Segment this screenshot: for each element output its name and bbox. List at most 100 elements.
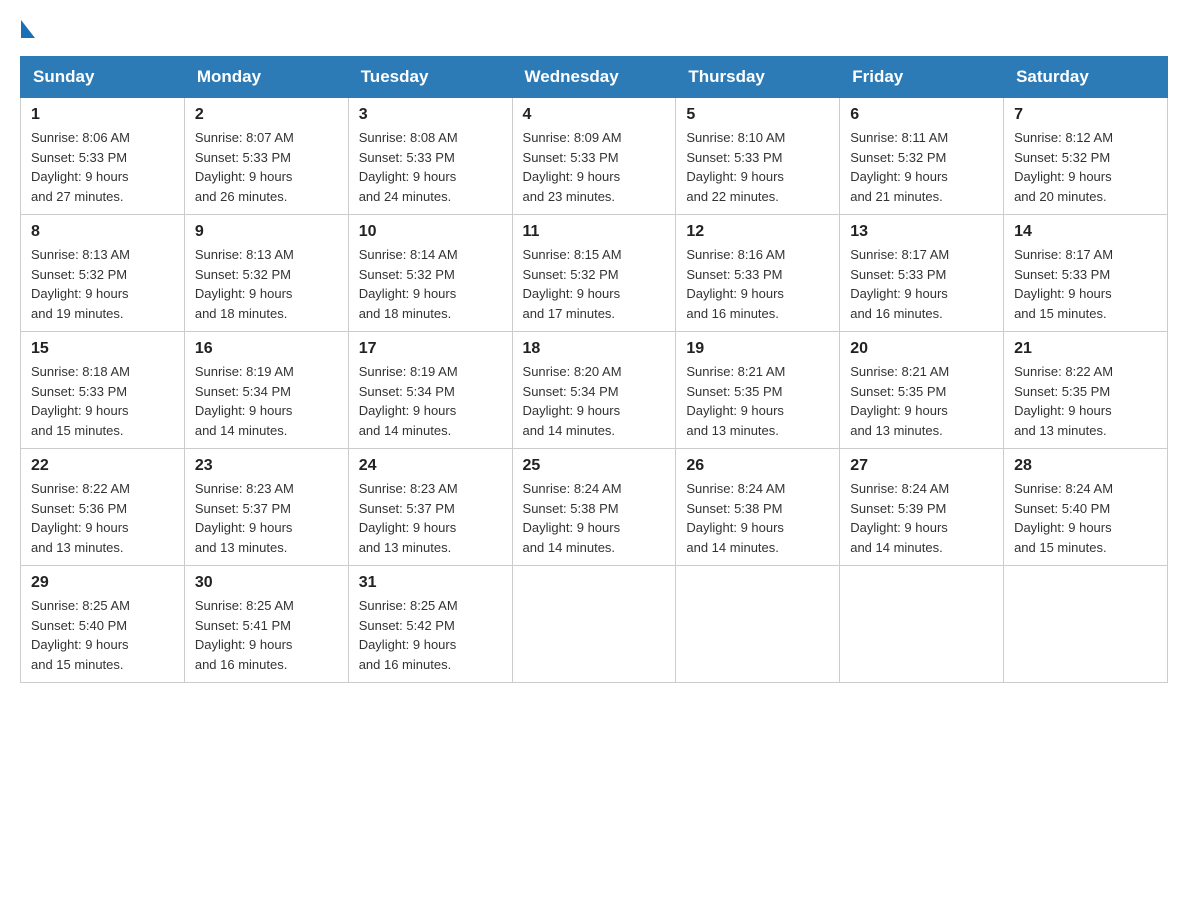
calendar-cell: 18 Sunrise: 8:20 AM Sunset: 5:34 PM Dayl… bbox=[512, 332, 676, 449]
calendar-cell bbox=[1004, 566, 1168, 683]
day-number: 30 bbox=[195, 574, 338, 592]
calendar-cell: 31 Sunrise: 8:25 AM Sunset: 5:42 PM Dayl… bbox=[348, 566, 512, 683]
col-header-sunday: Sunday bbox=[21, 57, 185, 98]
day-info: Sunrise: 8:06 AM Sunset: 5:33 PM Dayligh… bbox=[31, 128, 174, 206]
calendar-cell: 13 Sunrise: 8:17 AM Sunset: 5:33 PM Dayl… bbox=[840, 215, 1004, 332]
day-number: 23 bbox=[195, 457, 338, 475]
calendar-cell: 19 Sunrise: 8:21 AM Sunset: 5:35 PM Dayl… bbox=[676, 332, 840, 449]
calendar-cell: 5 Sunrise: 8:10 AM Sunset: 5:33 PM Dayli… bbox=[676, 98, 840, 215]
calendar-week-4: 22 Sunrise: 8:22 AM Sunset: 5:36 PM Dayl… bbox=[21, 449, 1168, 566]
day-number: 24 bbox=[359, 457, 502, 475]
day-number: 3 bbox=[359, 106, 502, 124]
day-info: Sunrise: 8:13 AM Sunset: 5:32 PM Dayligh… bbox=[195, 245, 338, 323]
day-info: Sunrise: 8:15 AM Sunset: 5:32 PM Dayligh… bbox=[523, 245, 666, 323]
day-number: 22 bbox=[31, 457, 174, 475]
day-info: Sunrise: 8:25 AM Sunset: 5:40 PM Dayligh… bbox=[31, 596, 174, 674]
day-info: Sunrise: 8:21 AM Sunset: 5:35 PM Dayligh… bbox=[850, 362, 993, 440]
day-number: 10 bbox=[359, 223, 502, 241]
day-number: 5 bbox=[686, 106, 829, 124]
day-number: 1 bbox=[31, 106, 174, 124]
calendar-cell: 24 Sunrise: 8:23 AM Sunset: 5:37 PM Dayl… bbox=[348, 449, 512, 566]
calendar-cell: 2 Sunrise: 8:07 AM Sunset: 5:33 PM Dayli… bbox=[184, 98, 348, 215]
day-number: 8 bbox=[31, 223, 174, 241]
calendar-cell: 10 Sunrise: 8:14 AM Sunset: 5:32 PM Dayl… bbox=[348, 215, 512, 332]
day-info: Sunrise: 8:21 AM Sunset: 5:35 PM Dayligh… bbox=[686, 362, 829, 440]
calendar-cell: 22 Sunrise: 8:22 AM Sunset: 5:36 PM Dayl… bbox=[21, 449, 185, 566]
logo-arrow-icon bbox=[21, 20, 35, 38]
calendar-week-1: 1 Sunrise: 8:06 AM Sunset: 5:33 PM Dayli… bbox=[21, 98, 1168, 215]
day-info: Sunrise: 8:23 AM Sunset: 5:37 PM Dayligh… bbox=[359, 479, 502, 557]
col-header-saturday: Saturday bbox=[1004, 57, 1168, 98]
calendar-cell: 1 Sunrise: 8:06 AM Sunset: 5:33 PM Dayli… bbox=[21, 98, 185, 215]
day-number: 26 bbox=[686, 457, 829, 475]
day-info: Sunrise: 8:07 AM Sunset: 5:33 PM Dayligh… bbox=[195, 128, 338, 206]
calendar-header-row: SundayMondayTuesdayWednesdayThursdayFrid… bbox=[21, 57, 1168, 98]
day-number: 12 bbox=[686, 223, 829, 241]
day-number: 18 bbox=[523, 340, 666, 358]
day-info: Sunrise: 8:23 AM Sunset: 5:37 PM Dayligh… bbox=[195, 479, 338, 557]
day-number: 25 bbox=[523, 457, 666, 475]
calendar-cell: 26 Sunrise: 8:24 AM Sunset: 5:38 PM Dayl… bbox=[676, 449, 840, 566]
col-header-friday: Friday bbox=[840, 57, 1004, 98]
calendar-cell: 11 Sunrise: 8:15 AM Sunset: 5:32 PM Dayl… bbox=[512, 215, 676, 332]
day-info: Sunrise: 8:20 AM Sunset: 5:34 PM Dayligh… bbox=[523, 362, 666, 440]
calendar-cell: 3 Sunrise: 8:08 AM Sunset: 5:33 PM Dayli… bbox=[348, 98, 512, 215]
day-info: Sunrise: 8:11 AM Sunset: 5:32 PM Dayligh… bbox=[850, 128, 993, 206]
calendar-cell: 27 Sunrise: 8:24 AM Sunset: 5:39 PM Dayl… bbox=[840, 449, 1004, 566]
day-info: Sunrise: 8:25 AM Sunset: 5:42 PM Dayligh… bbox=[359, 596, 502, 674]
day-number: 2 bbox=[195, 106, 338, 124]
col-header-thursday: Thursday bbox=[676, 57, 840, 98]
calendar-cell bbox=[676, 566, 840, 683]
day-number: 16 bbox=[195, 340, 338, 358]
day-info: Sunrise: 8:24 AM Sunset: 5:39 PM Dayligh… bbox=[850, 479, 993, 557]
day-number: 15 bbox=[31, 340, 174, 358]
logo-row bbox=[20, 20, 35, 36]
day-info: Sunrise: 8:19 AM Sunset: 5:34 PM Dayligh… bbox=[359, 362, 502, 440]
calendar-cell: 25 Sunrise: 8:24 AM Sunset: 5:38 PM Dayl… bbox=[512, 449, 676, 566]
calendar-cell: 7 Sunrise: 8:12 AM Sunset: 5:32 PM Dayli… bbox=[1004, 98, 1168, 215]
calendar-week-2: 8 Sunrise: 8:13 AM Sunset: 5:32 PM Dayli… bbox=[21, 215, 1168, 332]
calendar-cell: 17 Sunrise: 8:19 AM Sunset: 5:34 PM Dayl… bbox=[348, 332, 512, 449]
col-header-wednesday: Wednesday bbox=[512, 57, 676, 98]
day-info: Sunrise: 8:10 AM Sunset: 5:33 PM Dayligh… bbox=[686, 128, 829, 206]
calendar-week-3: 15 Sunrise: 8:18 AM Sunset: 5:33 PM Dayl… bbox=[21, 332, 1168, 449]
day-number: 20 bbox=[850, 340, 993, 358]
calendar-cell: 21 Sunrise: 8:22 AM Sunset: 5:35 PM Dayl… bbox=[1004, 332, 1168, 449]
day-number: 17 bbox=[359, 340, 502, 358]
calendar-cell bbox=[840, 566, 1004, 683]
calendar-cell: 16 Sunrise: 8:19 AM Sunset: 5:34 PM Dayl… bbox=[184, 332, 348, 449]
day-info: Sunrise: 8:16 AM Sunset: 5:33 PM Dayligh… bbox=[686, 245, 829, 323]
calendar-cell: 9 Sunrise: 8:13 AM Sunset: 5:32 PM Dayli… bbox=[184, 215, 348, 332]
day-info: Sunrise: 8:19 AM Sunset: 5:34 PM Dayligh… bbox=[195, 362, 338, 440]
day-number: 29 bbox=[31, 574, 174, 592]
calendar-cell: 23 Sunrise: 8:23 AM Sunset: 5:37 PM Dayl… bbox=[184, 449, 348, 566]
day-number: 11 bbox=[523, 223, 666, 241]
logo bbox=[20, 20, 35, 36]
day-info: Sunrise: 8:09 AM Sunset: 5:33 PM Dayligh… bbox=[523, 128, 666, 206]
day-info: Sunrise: 8:18 AM Sunset: 5:33 PM Dayligh… bbox=[31, 362, 174, 440]
day-info: Sunrise: 8:17 AM Sunset: 5:33 PM Dayligh… bbox=[850, 245, 993, 323]
col-header-monday: Monday bbox=[184, 57, 348, 98]
day-number: 28 bbox=[1014, 457, 1157, 475]
day-info: Sunrise: 8:24 AM Sunset: 5:40 PM Dayligh… bbox=[1014, 479, 1157, 557]
day-number: 21 bbox=[1014, 340, 1157, 358]
page-header bbox=[20, 20, 1168, 36]
calendar-cell: 14 Sunrise: 8:17 AM Sunset: 5:33 PM Dayl… bbox=[1004, 215, 1168, 332]
day-number: 6 bbox=[850, 106, 993, 124]
day-info: Sunrise: 8:13 AM Sunset: 5:32 PM Dayligh… bbox=[31, 245, 174, 323]
day-number: 4 bbox=[523, 106, 666, 124]
day-number: 13 bbox=[850, 223, 993, 241]
calendar-week-5: 29 Sunrise: 8:25 AM Sunset: 5:40 PM Dayl… bbox=[21, 566, 1168, 683]
calendar-cell: 4 Sunrise: 8:09 AM Sunset: 5:33 PM Dayli… bbox=[512, 98, 676, 215]
col-header-tuesday: Tuesday bbox=[348, 57, 512, 98]
calendar-cell: 8 Sunrise: 8:13 AM Sunset: 5:32 PM Dayli… bbox=[21, 215, 185, 332]
day-info: Sunrise: 8:22 AM Sunset: 5:35 PM Dayligh… bbox=[1014, 362, 1157, 440]
day-info: Sunrise: 8:08 AM Sunset: 5:33 PM Dayligh… bbox=[359, 128, 502, 206]
day-number: 9 bbox=[195, 223, 338, 241]
day-info: Sunrise: 8:12 AM Sunset: 5:32 PM Dayligh… bbox=[1014, 128, 1157, 206]
calendar-cell bbox=[512, 566, 676, 683]
calendar-cell: 30 Sunrise: 8:25 AM Sunset: 5:41 PM Dayl… bbox=[184, 566, 348, 683]
day-number: 7 bbox=[1014, 106, 1157, 124]
calendar-cell: 29 Sunrise: 8:25 AM Sunset: 5:40 PM Dayl… bbox=[21, 566, 185, 683]
calendar-cell: 28 Sunrise: 8:24 AM Sunset: 5:40 PM Dayl… bbox=[1004, 449, 1168, 566]
